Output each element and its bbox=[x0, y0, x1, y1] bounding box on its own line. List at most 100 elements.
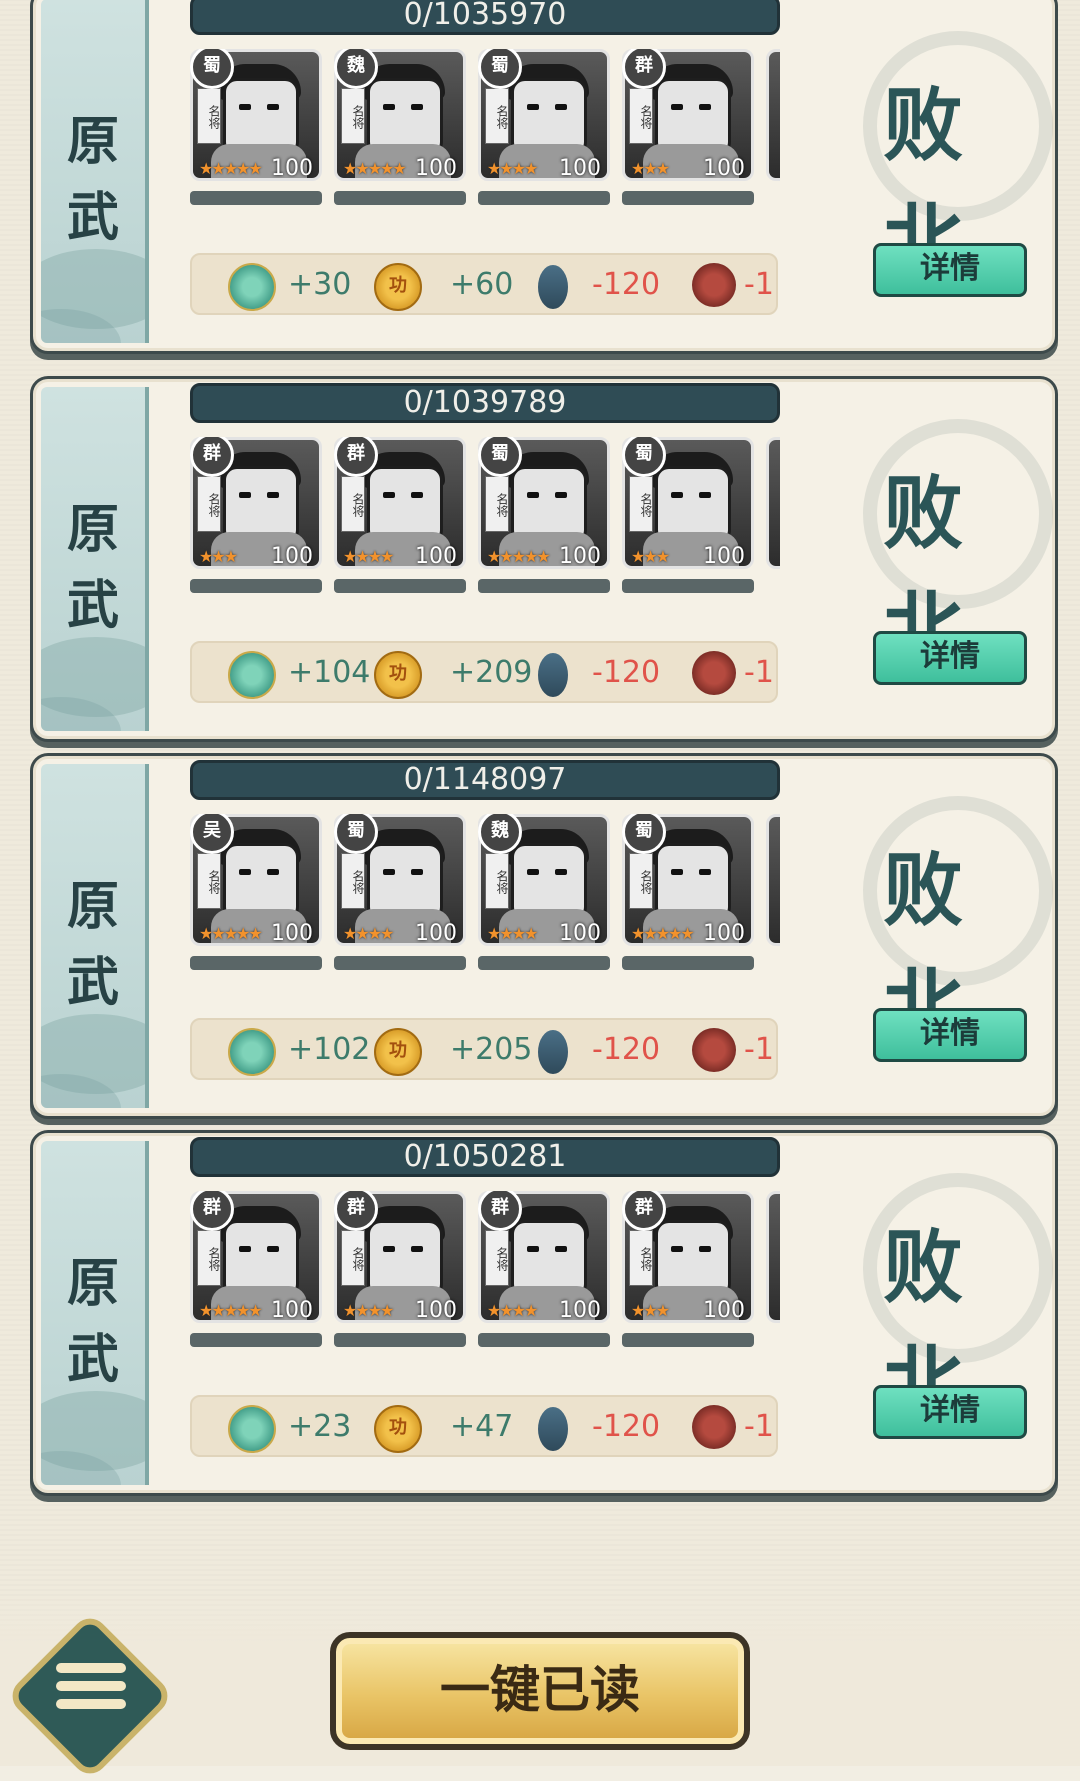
hero-eye bbox=[267, 869, 279, 875]
hero-portrait[interactable]: 名将 ★★★★★ 100 蜀 bbox=[622, 814, 754, 974]
side-label-top: 原 bbox=[66, 876, 119, 937]
details-button[interactable]: 详情 bbox=[873, 631, 1027, 685]
hero-portrait-partial[interactable] bbox=[766, 1191, 780, 1351]
cannon-icon bbox=[692, 1028, 736, 1072]
jade-coin-icon bbox=[228, 1405, 276, 1453]
hero-stars: ★★★★ bbox=[487, 159, 538, 178]
enemy-hp-bar: 0/1050281 bbox=[190, 1137, 780, 1177]
hero-eye bbox=[671, 869, 683, 875]
menu-icon[interactable] bbox=[56, 1663, 126, 1729]
battle-record-card: 原 武 0/1039789 名将 ★★★ 100 群 名将 ★★★★ 100 群… bbox=[30, 376, 1058, 742]
reward-jade-value: +102 bbox=[288, 1032, 371, 1067]
reward-soldiers-value: -120 bbox=[592, 1409, 661, 1444]
hero-stars: ★★★★ bbox=[487, 1301, 538, 1320]
hero-hp-bar bbox=[622, 1333, 754, 1347]
hero-stars: ★★★★★ bbox=[199, 924, 263, 943]
side-label-bottom: 武 bbox=[66, 1329, 119, 1390]
hero-portrait[interactable]: 名将 ★★★ 100 群 bbox=[622, 49, 754, 209]
hero-portrait[interactable]: 名将 ★★★★ 100 蜀 bbox=[478, 49, 610, 209]
hero-frame bbox=[766, 437, 780, 569]
card-side-panel: 原 武 bbox=[41, 387, 149, 731]
hero-hp-bar bbox=[622, 956, 754, 970]
hero-hp-bar bbox=[478, 1333, 610, 1347]
hero-level: 100 bbox=[271, 921, 313, 946]
hero-portrait-partial[interactable] bbox=[766, 437, 780, 597]
hero-tag: 名将 bbox=[197, 853, 221, 909]
hero-stars: ★★★★★ bbox=[631, 924, 695, 943]
hero-portrait[interactable]: 名将 ★★★★ 100 魏 bbox=[478, 814, 610, 974]
hero-portrait[interactable]: 名将 ★★★★★ 100 蜀 bbox=[478, 437, 610, 597]
reward-cannon-value: -1 bbox=[744, 267, 774, 302]
hero-portrait[interactable]: 名将 ★★★★ 100 群 bbox=[334, 1191, 466, 1351]
reward-jade-value: +30 bbox=[288, 267, 352, 302]
hero-stars: ★★★ bbox=[631, 1301, 670, 1320]
hero-eye bbox=[411, 104, 423, 110]
hero-eye bbox=[383, 1246, 395, 1252]
hero-hp-bar bbox=[478, 191, 610, 205]
hero-eye bbox=[699, 104, 711, 110]
hero-eye bbox=[411, 1246, 423, 1252]
cannon-icon bbox=[692, 651, 736, 695]
hero-hp-bar bbox=[478, 579, 610, 593]
rewards-bar: +23 功 +47 -120 -1 bbox=[190, 1395, 778, 1457]
hero-portrait[interactable]: 名将 ★★★★ 100 蜀 bbox=[334, 814, 466, 974]
hero-stars: ★★★★ bbox=[487, 924, 538, 943]
hero-hp-bar bbox=[622, 191, 754, 205]
hero-portrait[interactable]: 名将 ★★★ 100 群 bbox=[190, 437, 322, 597]
hero-portrait[interactable]: 名将 ★★★★ 100 群 bbox=[478, 1191, 610, 1351]
hero-stars: ★★★★★ bbox=[199, 159, 263, 178]
reward-soldiers-value: -120 bbox=[592, 1032, 661, 1067]
hero-portrait[interactable]: 名将 ★★★★★ 100 蜀 bbox=[190, 49, 322, 209]
read-all-button[interactable]: 一键已读 bbox=[330, 1632, 750, 1750]
hero-eye bbox=[267, 1246, 279, 1252]
card-side-panel: 原 武 bbox=[41, 1141, 149, 1485]
reward-jade-value: +23 bbox=[288, 1409, 352, 1444]
hero-portrait[interactable]: 名将 ★★★★★ 100 吴 bbox=[190, 814, 322, 974]
enemy-hp-bar: 0/1035970 bbox=[190, 0, 780, 35]
hero-eye bbox=[383, 104, 395, 110]
details-button[interactable]: 详情 bbox=[873, 1008, 1027, 1062]
hero-tag: 名将 bbox=[629, 476, 653, 532]
hero-eye bbox=[671, 104, 683, 110]
hero-portrait[interactable]: 名将 ★★★ 100 蜀 bbox=[622, 437, 754, 597]
hero-stars: ★★★ bbox=[631, 547, 670, 566]
details-button[interactable]: 详情 bbox=[873, 1385, 1027, 1439]
reward-merit-value: +209 bbox=[450, 655, 533, 690]
hero-stars: ★★★★ bbox=[343, 1301, 394, 1320]
side-label-bottom: 武 bbox=[66, 187, 119, 248]
details-button[interactable]: 详情 bbox=[873, 243, 1027, 297]
hero-tag: 名将 bbox=[629, 1230, 653, 1286]
hero-level: 100 bbox=[271, 544, 313, 569]
hero-level: 100 bbox=[703, 156, 745, 181]
hero-eye bbox=[671, 1246, 683, 1252]
hero-portrait-partial[interactable] bbox=[766, 814, 780, 974]
reward-cannon-value: -1 bbox=[744, 1409, 774, 1444]
reward-jade-value: +104 bbox=[288, 655, 371, 690]
hero-portrait[interactable]: 名将 ★★★★ 100 群 bbox=[334, 437, 466, 597]
hero-lineup: 名将 ★★★ 100 群 名将 ★★★★ 100 群 名将 ★★★★★ 100 … bbox=[190, 437, 820, 597]
hero-portrait[interactable]: 名将 ★★★★★ 100 魏 bbox=[334, 49, 466, 209]
hero-portrait-partial[interactable] bbox=[766, 49, 780, 209]
cannon-icon bbox=[692, 1405, 736, 1449]
enemy-hp-bar: 0/1039789 bbox=[190, 383, 780, 423]
hero-lineup: 名将 ★★★★★ 100 群 名将 ★★★★ 100 群 名将 ★★★★ 100… bbox=[190, 1191, 820, 1351]
reward-soldiers-value: -120 bbox=[592, 655, 661, 690]
soldier-icon bbox=[538, 1407, 568, 1451]
hero-frame bbox=[766, 49, 780, 181]
hero-portrait[interactable]: 名将 ★★★ 100 群 bbox=[622, 1191, 754, 1351]
hero-level: 100 bbox=[559, 156, 601, 181]
hero-portrait[interactable]: 名将 ★★★★★ 100 群 bbox=[190, 1191, 322, 1351]
soldier-icon bbox=[538, 1030, 568, 1074]
hero-level: 100 bbox=[703, 1298, 745, 1323]
hero-hp-bar bbox=[190, 579, 322, 593]
hero-hp-bar bbox=[334, 1333, 466, 1347]
hero-eye bbox=[383, 492, 395, 498]
merit-coin-icon: 功 bbox=[374, 651, 422, 699]
enemy-hp-bar: 0/1148097 bbox=[190, 760, 780, 800]
hero-stars: ★★★★★ bbox=[199, 1301, 263, 1320]
side-label-top: 原 bbox=[66, 111, 119, 172]
hero-level: 100 bbox=[703, 544, 745, 569]
merit-coin-icon: 功 bbox=[374, 1028, 422, 1076]
hero-tag: 名将 bbox=[629, 88, 653, 144]
hero-eye bbox=[671, 492, 683, 498]
